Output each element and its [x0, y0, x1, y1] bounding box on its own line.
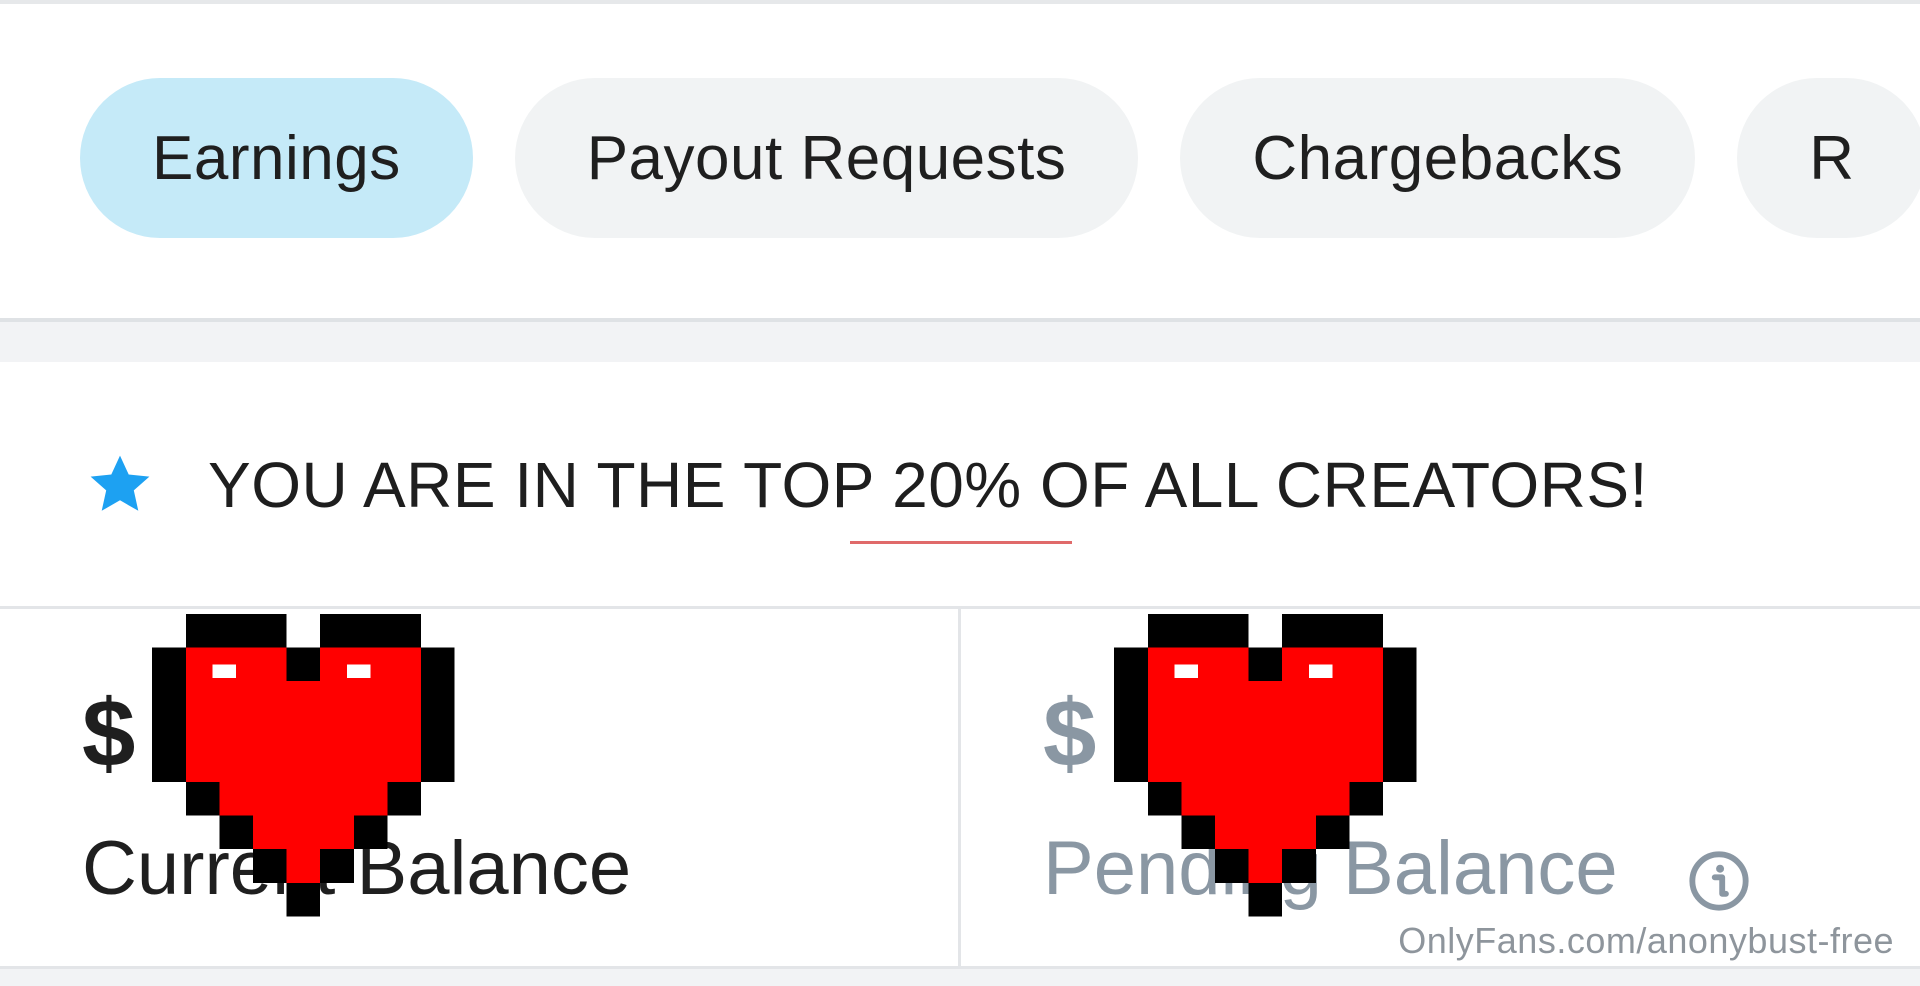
- watermark: OnlyFans.com/anonybust-free: [1392, 918, 1900, 964]
- tab-earnings[interactable]: Earnings: [80, 78, 473, 238]
- spellcheck-underline: [850, 541, 1072, 544]
- tab-partial[interactable]: R: [1737, 78, 1920, 238]
- tab-payout-requests[interactable]: Payout Requests: [514, 78, 1139, 238]
- info-icon[interactable]: [1687, 849, 1751, 913]
- current-balance-amount: $: [82, 680, 136, 787]
- pixel-heart-icon: [152, 614, 455, 917]
- tab-bar: Earnings Payout Requests Chargebacks R: [80, 78, 1920, 238]
- section-gap: [0, 322, 1920, 362]
- bottom-rule: [0, 966, 1920, 986]
- tab-chargebacks[interactable]: Chargebacks: [1180, 78, 1696, 238]
- pending-balance-amount: $: [1043, 680, 1097, 787]
- pixel-heart-icon: [1114, 614, 1417, 917]
- top-rule: [0, 0, 1920, 4]
- banner-text: YOU ARE IN THE TOP 20% OF ALL CREATORS!: [208, 449, 1648, 521]
- earnings-page: Earnings Payout Requests Chargebacks R Y…: [0, 0, 1920, 986]
- top-creator-banner: YOU ARE IN THE TOP 20% OF ALL CREATORS!: [84, 448, 1648, 522]
- star-icon: [90, 455, 150, 511]
